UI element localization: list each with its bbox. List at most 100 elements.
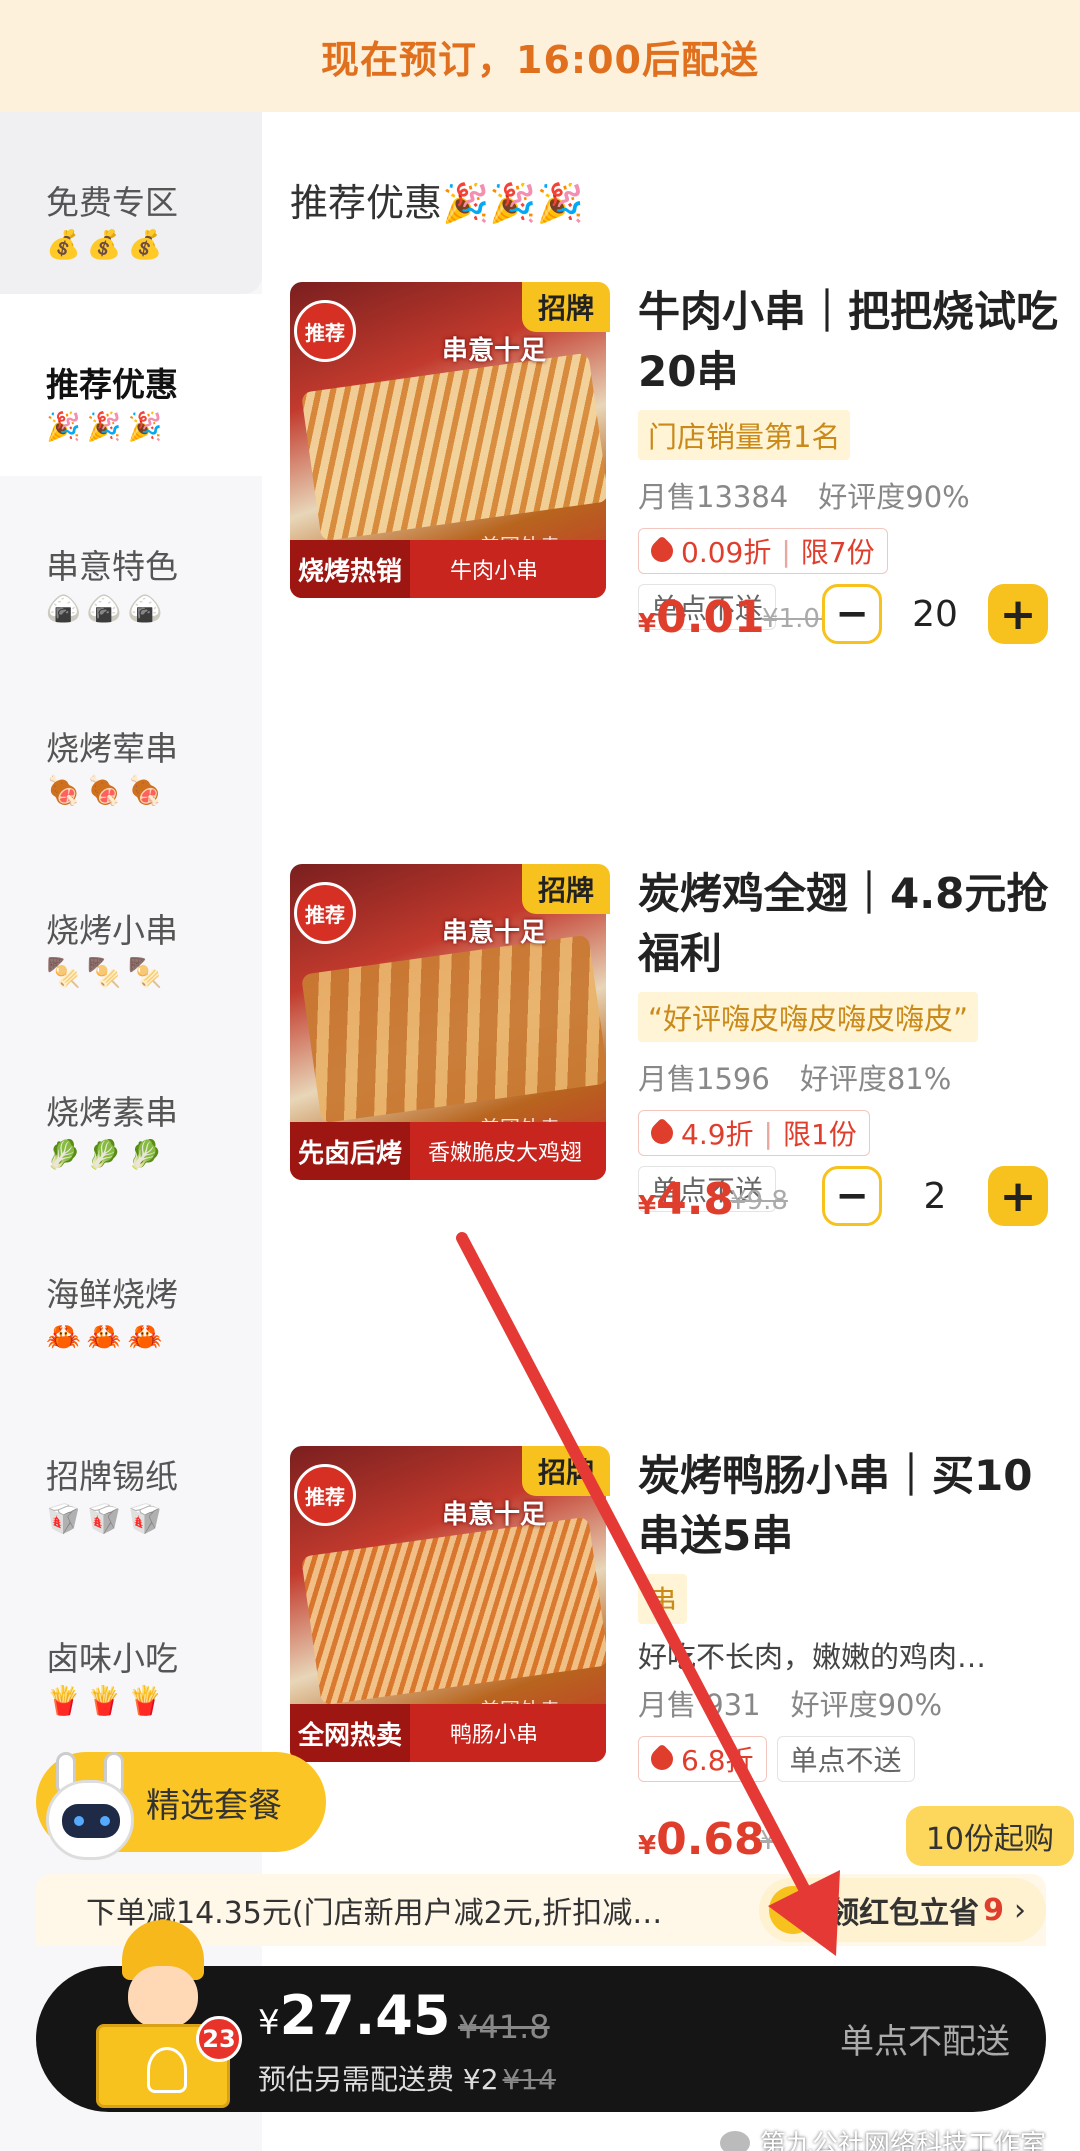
sidebar-item-label: 推荐优惠 bbox=[46, 365, 178, 404]
product-title[interactable]: 牛肉小串｜把把烧试吃20串 bbox=[638, 282, 1058, 402]
increase-quantity-button[interactable]: + bbox=[988, 584, 1048, 644]
red-packet-label: 领红包立省 bbox=[829, 1896, 980, 1931]
sidebar-item-label: 招牌锡纸 bbox=[46, 1457, 178, 1496]
chip-row: 4.9折 | 限1份 bbox=[638, 1110, 1058, 1156]
rice-ball-icon: 🍙🍙🍙 bbox=[46, 592, 169, 625]
party-popper-icon: 🎉🎉🎉 bbox=[46, 410, 169, 443]
sidebar-item-veg-skewers[interactable]: 烧烤素串 🥬🥬🥬 bbox=[0, 1022, 262, 1204]
product-stats: 月售13384 好评度90% bbox=[638, 474, 1058, 516]
image-caption: 烧烤热销 牛肉小串 bbox=[290, 540, 606, 598]
product-tagline: 门店销量第1名 bbox=[638, 410, 851, 460]
signature-badge: 招牌 bbox=[522, 1446, 610, 1496]
discount-text: 4.9折 bbox=[681, 1118, 754, 1151]
skewer-icon: 🍢🍢🍢 bbox=[46, 956, 169, 989]
sidebar-item-small-skewers[interactable]: 烧烤小串 🍢🍢🍢 bbox=[0, 840, 262, 1022]
delivery-time-banner: 现在预订，16:00后配送 bbox=[0, 0, 1080, 112]
monthly-sales: 月售13384 bbox=[638, 480, 789, 514]
product-card-chicken-wing[interactable]: 串意十足 推荐 美团外卖 先卤后烤 香嫩脆皮大鸡翅 招牌 炭烤鸡全翅｜4.8元抢… bbox=[290, 864, 1060, 1384]
monthly-sales: 月售 931 bbox=[638, 1688, 761, 1722]
monthly-sales: 月售1596 bbox=[638, 1062, 770, 1096]
product-card-beef-skewer[interactable]: 串意十足 推荐 美团外卖 烧烤热销 牛肉小串 招牌 牛肉小串｜把把烧试吃20串 … bbox=[290, 282, 1060, 802]
money-bag-icon: 💰💰💰 bbox=[46, 228, 169, 261]
sidebar-item-recommended[interactable]: 推荐优惠 🎉🎉🎉 bbox=[0, 294, 262, 476]
image-caption-left: 全网热卖 bbox=[290, 1704, 411, 1762]
wechat-watermark: 第九公社网络科技工作室 bbox=[719, 2124, 1046, 2151]
discount-chip: 6.8折 bbox=[638, 1736, 767, 1782]
rating: 好评度90% bbox=[818, 480, 970, 514]
limit-text: 限7份 bbox=[800, 536, 875, 569]
cart-original-total: ¥41.8 bbox=[458, 2008, 550, 2046]
current-price: ¥0.68 bbox=[638, 1814, 765, 1865]
original-price: ¥9.8 bbox=[730, 1186, 788, 1216]
product-info: 炭烤鸭肠小串｜买10串送5串 串 好吃不长肉，嫩嫩的鸡肉… 月售 931 好评度9… bbox=[638, 1446, 1058, 1782]
sidebar-item-seafood[interactable]: 海鲜烧烤 🦀🦀🦀 bbox=[0, 1204, 262, 1386]
rating: 好评度81% bbox=[799, 1062, 952, 1096]
product-stats: 月售 931 好评度90% bbox=[638, 1682, 1058, 1724]
image-caption: 先卤后烤 香嫩脆皮大鸡翅 bbox=[290, 1122, 606, 1180]
quantity-value: 2 bbox=[923, 1176, 947, 1217]
no-single-delivery-chip: 单点不送 bbox=[776, 1736, 915, 1782]
recommend-stamp: 推荐 bbox=[294, 300, 356, 362]
recommend-stamp: 推荐 bbox=[294, 1464, 356, 1526]
sidebar-item-label: 串意特色 bbox=[46, 547, 178, 586]
takeout-box-icon: 🥡🥡🥡 bbox=[46, 1502, 169, 1535]
sidebar-item-meat-skewers[interactable]: 烧烤荤串 🍖🍖🍖 bbox=[0, 658, 262, 840]
image-brand-text: 串意十足 bbox=[441, 918, 546, 948]
sidebar-item-label: 烧烤荤串 bbox=[46, 729, 178, 768]
meat-icon: 🍖🍖🍖 bbox=[46, 774, 169, 807]
food-photo bbox=[300, 934, 606, 1124]
increase-quantity-button[interactable]: + bbox=[988, 1166, 1048, 1226]
price-row: ¥4.8 ¥9.8 − 2 + bbox=[638, 1166, 1078, 1236]
product-list: 推荐优惠🎉🎉🎉 串意十足 推荐 美团外卖 烧烤热销 牛肉小串 招牌 牛肉小串｜把… bbox=[262, 112, 1080, 2151]
rating: 好评度90% bbox=[790, 1688, 943, 1722]
chip-row: 0.09折 | 限7份 bbox=[638, 528, 1058, 574]
decrease-quantity-button[interactable]: − bbox=[822, 1166, 882, 1226]
minimum-order-button[interactable]: 10份起购 bbox=[905, 1806, 1074, 1866]
sidebar-item-specialty[interactable]: 串意特色 🍙🍙🍙 bbox=[0, 476, 262, 658]
sidebar-item-foil[interactable]: 招牌锡纸 🥡🥡🥡 bbox=[0, 1386, 262, 1568]
delivery-fee: 预估另需配送费 ¥2 ¥14 bbox=[258, 2063, 556, 2096]
crab-icon: 🦀🦀🦀 bbox=[46, 1320, 169, 1353]
cart-courier-icon[interactable] bbox=[92, 1920, 232, 2110]
watermark-text: 第九公社网络科技工作室 bbox=[759, 2130, 1046, 2151]
product-tagline: “好评嗨皮嗨皮嗨皮嗨皮” bbox=[638, 992, 979, 1042]
food-photo bbox=[300, 352, 606, 542]
claim-red-packet-button[interactable]: ♛ 领红包立省 9 › bbox=[759, 1878, 1046, 1942]
sidebar-item-label: 海鲜烧烤 bbox=[46, 1275, 178, 1314]
current-price: ¥0.01 bbox=[638, 592, 765, 643]
red-packet-count: 9 bbox=[983, 1892, 1004, 1928]
signature-badge: 招牌 bbox=[522, 864, 610, 914]
discount-chip: 0.09折 | 限7份 bbox=[638, 528, 888, 574]
original-price: ¥ bbox=[760, 1826, 777, 1856]
product-info: 牛肉小串｜把把烧试吃20串 门店销量第1名 月售13384 好评度90% 0.09… bbox=[638, 282, 1058, 630]
product-description: 好吃不长肉，嫩嫩的鸡肉… bbox=[638, 1640, 987, 1674]
image-caption-right: 香嫩脆皮大鸡翅 bbox=[428, 1141, 583, 1166]
sidebar-item-label: 免费专区 bbox=[46, 183, 178, 222]
chevron-right-icon: › bbox=[1014, 1892, 1026, 1928]
price-tag-icon bbox=[646, 1743, 678, 1775]
recommend-stamp: 推荐 bbox=[294, 882, 356, 944]
wechat-icon bbox=[719, 2130, 750, 2151]
image-caption-left: 烧烤热销 bbox=[290, 540, 411, 598]
fries-icon: 🍟🍟🍟 bbox=[46, 1684, 169, 1717]
product-tagline: 串 bbox=[638, 1574, 688, 1624]
checkout-status[interactable]: 单点不配送 bbox=[840, 2014, 1010, 2063]
discount-text: 6.8折 bbox=[681, 1744, 754, 1777]
image-brand-text: 串意十足 bbox=[441, 1500, 546, 1530]
robot-mascot-icon[interactable] bbox=[40, 1752, 140, 1862]
image-brand-text: 串意十足 bbox=[441, 336, 546, 366]
price-tag-icon bbox=[646, 535, 678, 567]
product-title[interactable]: 炭烤鸡全翅｜4.8元抢福利 bbox=[638, 864, 1058, 984]
sidebar-item-label: 卤味小吃 bbox=[46, 1639, 178, 1678]
combo-meal-label: 精选套餐 bbox=[146, 1785, 282, 1826]
product-title[interactable]: 炭烤鸭肠小串｜买10串送5串 bbox=[638, 1446, 1058, 1566]
cart-total: ¥27.45 bbox=[258, 1984, 451, 2047]
sidebar-item-braised-snacks[interactable]: 卤味小吃 🍟🍟🍟 bbox=[0, 1568, 262, 1750]
signature-badge: 招牌 bbox=[522, 282, 610, 332]
price-row: ¥0.01 ¥1.06 − 20 + bbox=[638, 584, 1078, 654]
cart-count-badge: 23 bbox=[196, 2016, 242, 2062]
sidebar-item-free-zone[interactable]: 免费专区 💰💰💰 bbox=[0, 112, 262, 294]
leafy-green-icon: 🥬🥬🥬 bbox=[46, 1138, 169, 1171]
discount-text: 0.09折 bbox=[681, 536, 772, 569]
decrease-quantity-button[interactable]: − bbox=[822, 584, 882, 644]
